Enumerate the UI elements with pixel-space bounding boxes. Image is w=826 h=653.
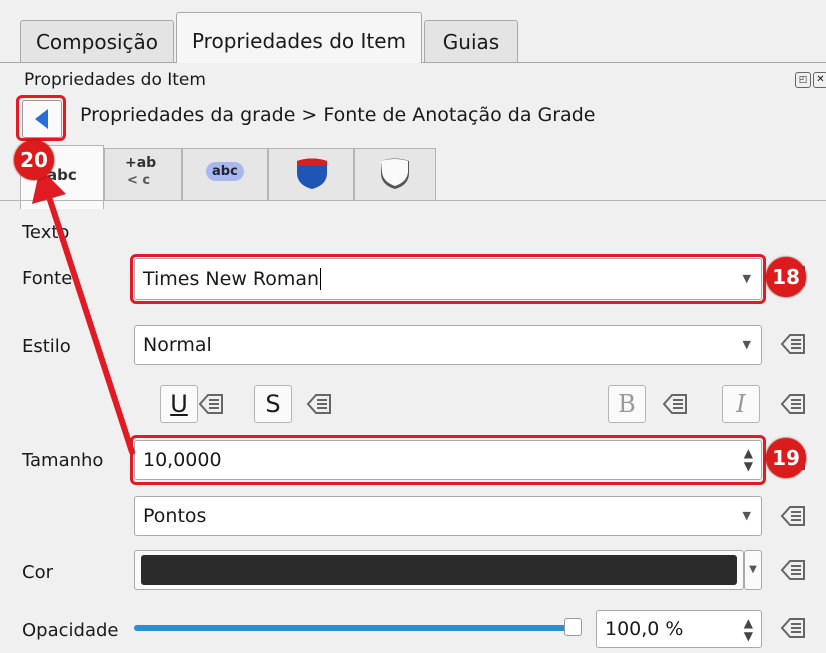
annotation-badge-19: 19 <box>766 438 806 478</box>
annotation-badge-18: 18 <box>766 257 806 297</box>
annotation-badge-20: 20 <box>14 140 54 180</box>
tab-propriedades-do-item[interactable]: Propriedades do Item <box>176 12 422 63</box>
annotation-arrow <box>32 168 135 455</box>
